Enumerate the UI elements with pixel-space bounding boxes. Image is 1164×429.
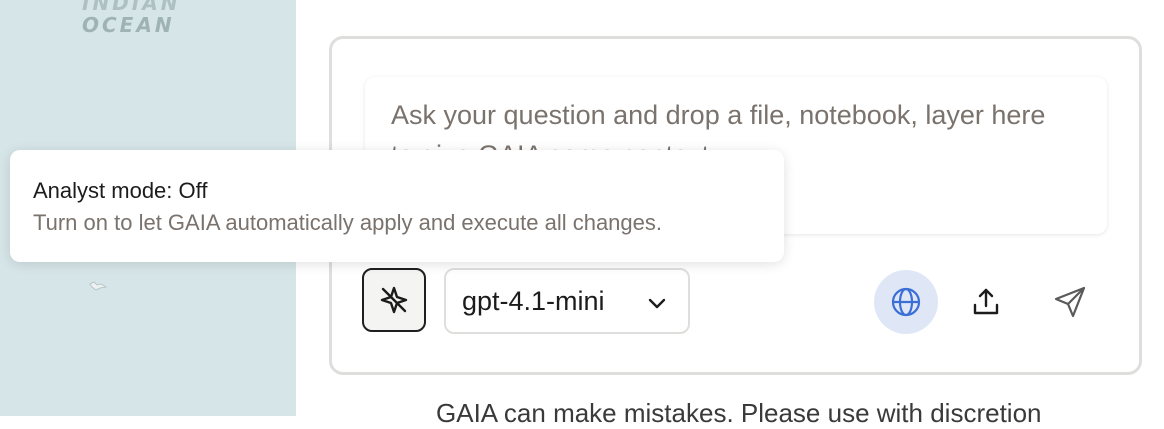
map-ocean-label: INDIAN — [82, 0, 181, 15]
globe-icon — [891, 287, 921, 317]
model-selected-label: gpt-4.1-mini — [462, 285, 605, 316]
map-island-marker — [89, 281, 108, 291]
sparkle-off-icon — [380, 286, 408, 314]
send-icon — [1054, 286, 1086, 318]
send-button[interactable] — [1038, 270, 1102, 334]
disclaimer-text: GAIA can make mistakes. Please use with … — [436, 398, 1042, 428]
model-selector[interactable]: gpt-4.1-mini — [444, 268, 690, 334]
chevron-down-icon — [648, 298, 666, 309]
analyst-mode-toggle[interactable] — [362, 268, 426, 332]
upload-icon — [973, 288, 999, 315]
analyst-mode-tooltip: Analyst mode: Off Turn on to let GAIA au… — [10, 150, 784, 262]
tooltip-title: Analyst mode: Off — [33, 178, 208, 203]
map-ocean-label: OCEAN — [82, 13, 175, 37]
web-search-button[interactable] — [874, 270, 938, 334]
upload-button[interactable] — [954, 270, 1018, 334]
tooltip-description: Turn on to let GAIA automatically apply … — [33, 210, 662, 235]
